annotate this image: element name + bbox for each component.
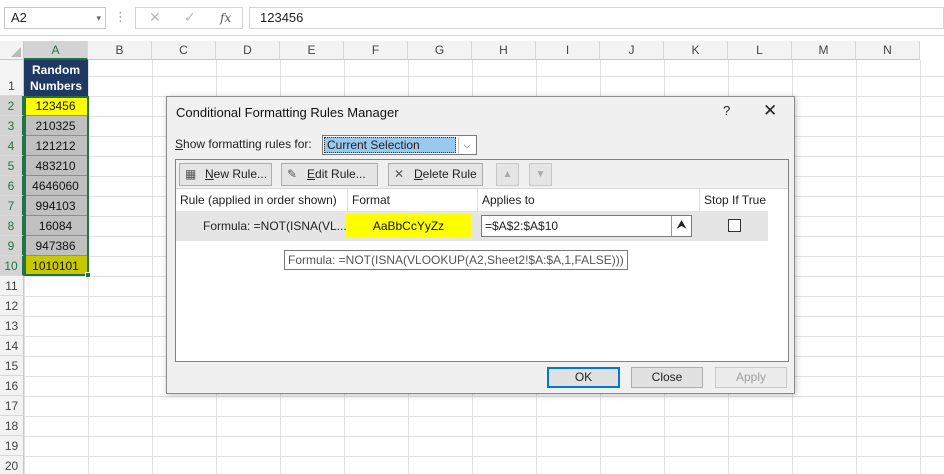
applies-to-column-header: Applies to <box>478 189 700 211</box>
row-header-5[interactable]: 5 <box>0 156 24 176</box>
close-icon[interactable]: ✕ <box>763 101 777 121</box>
row-header-7[interactable]: 7 <box>0 196 24 216</box>
header-line-2: Numbers <box>29 79 82 93</box>
data-cell[interactable]: 483210 <box>24 156 88 176</box>
column-headers: ABCDEFGHIJKLMN <box>0 41 944 60</box>
column-header-k[interactable]: K <box>664 41 728 60</box>
data-cell[interactable]: 210325 <box>24 116 88 136</box>
chevron-down-icon[interactable]: ⌵ <box>458 137 475 153</box>
stop-if-true-column-header: Stop If True <box>704 193 767 207</box>
column-header-i[interactable]: I <box>536 41 600 60</box>
help-icon[interactable]: ? <box>723 103 730 118</box>
rule-formula: Formula: =NOT(ISNA(VL... <box>203 219 347 233</box>
new-rule-label: ew Rule... <box>213 167 268 181</box>
delete-rule-label: elete Rule <box>422 167 477 181</box>
formula-tooltip: Formula: =NOT(ISNA(VLOOKUP(A2,Sheet2!$A:… <box>284 250 628 270</box>
row-header-4[interactable]: 4 <box>0 136 24 156</box>
row-header-9[interactable]: 9 <box>0 236 24 256</box>
column-header-a[interactable]: A <box>24 41 88 60</box>
row-header-3[interactable]: 3 <box>0 116 24 136</box>
chevron-down-icon[interactable]: ▾ <box>96 8 101 28</box>
data-cell[interactable]: 1010101 <box>24 256 88 276</box>
rules-column-headers: Rule (applied in order shown) Format App… <box>176 189 788 211</box>
row-header-20[interactable]: 20 <box>0 456 24 474</box>
name-box-value: A2 <box>11 10 27 25</box>
apply-button[interactable]: Apply <box>715 367 787 388</box>
column-header-h[interactable]: H <box>472 41 536 60</box>
row-header-2[interactable]: 2 <box>0 96 24 116</box>
row-header-17[interactable]: 17 <box>0 396 24 416</box>
data-cell[interactable]: 16084 <box>24 216 88 236</box>
format-column-header: Format <box>348 189 478 211</box>
row-header-11[interactable]: 11 <box>0 276 24 296</box>
insert-function-icon[interactable]: fx <box>220 11 231 25</box>
row-header-6[interactable]: 6 <box>0 176 24 196</box>
drag-handle-icon[interactable]: ⋮ <box>114 9 127 25</box>
new-rule-button[interactable]: ▦ New Rule... <box>179 163 272 186</box>
row-header-19[interactable]: 19 <box>0 436 24 456</box>
row-header-16[interactable]: 16 <box>0 376 24 396</box>
data-cell[interactable]: 947386 <box>24 236 88 256</box>
collapse-dialog-icon[interactable]: ⮝ <box>671 216 691 236</box>
dialog-title: Conditional Formatting Rules Manager <box>176 105 399 120</box>
data-cell[interactable]: 4646060 <box>24 176 88 196</box>
cancel-icon[interactable]: ✕ <box>149 9 161 26</box>
column-header-m[interactable]: M <box>792 41 856 60</box>
edit-rule-label: dit Rule... <box>315 167 366 181</box>
format-preview: AaBbCcYyZz <box>346 214 471 238</box>
column-header-c[interactable]: C <box>152 41 216 60</box>
name-box[interactable]: A2 ▾ <box>4 7 106 29</box>
header-cell[interactable]: Random Numbers <box>24 60 88 96</box>
column-header-j[interactable]: J <box>600 41 664 60</box>
rules-toolbar: ▦ New Rule... ✎ Edit Rule... ✕ Delete Rule … <box>176 160 788 189</box>
row-header-10[interactable]: 10 <box>0 256 24 276</box>
formula-bar: A2 ▾ ⋮ ✕ ✓ fx 123456 <box>0 0 944 36</box>
row-header-8[interactable]: 8 <box>0 216 24 236</box>
edit-rule-icon: ✎ <box>287 167 298 181</box>
row-header-15[interactable]: 15 <box>0 356 24 376</box>
show-rules-value: Current Selection <box>324 137 456 153</box>
row-header-18[interactable]: 18 <box>0 416 24 436</box>
rules-manager-dialog: Conditional Formatting Rules Manager ? ✕… <box>166 96 795 394</box>
data-cell[interactable]: 121212 <box>24 136 88 156</box>
row-header-13[interactable]: 13 <box>0 316 24 336</box>
delete-icon: ✕ <box>394 167 405 181</box>
row-header-14[interactable]: 14 <box>0 336 24 356</box>
row-header-1[interactable]: 1 <box>0 60 24 96</box>
rules-panel: ▦ New Rule... ✎ Edit Rule... ✕ Delete Rule … <box>175 159 789 362</box>
column-header-n[interactable]: N <box>856 41 920 60</box>
edit-rule-mnemonic: E <box>307 167 316 181</box>
show-rules-select[interactable]: Current Selection ⌵ <box>322 135 477 155</box>
column-header-b[interactable]: B <box>88 41 152 60</box>
column-header-l[interactable]: L <box>728 41 792 60</box>
rule-row[interactable]: Formula: =NOT(ISNA(VL... AaBbCcYyZz =$A$… <box>176 211 768 241</box>
move-down-button[interactable]: ▼ <box>529 163 552 186</box>
delete-rule-button[interactable]: ✕ Delete Rule <box>388 163 483 186</box>
enter-icon[interactable]: ✓ <box>184 9 196 26</box>
delete-rule-mnemonic: D <box>414 167 423 181</box>
applies-to-value: =$A$2:$A$10 <box>485 219 559 233</box>
column-header-d[interactable]: D <box>216 41 280 60</box>
header-line-1: Random <box>32 63 80 77</box>
new-rule-mnemonic: N <box>205 167 214 181</box>
applies-to-input[interactable]: =$A$2:$A$10 ⮝ <box>481 215 692 237</box>
edit-rule-button[interactable]: ✎ Edit Rule... <box>281 163 378 186</box>
formula-input[interactable]: 123456 <box>249 7 944 29</box>
column-header-f[interactable]: F <box>344 41 408 60</box>
close-button[interactable]: Close <box>631 367 703 388</box>
show-rules-label-text: how formatting rules for: <box>183 137 312 151</box>
column-header-g[interactable]: G <box>408 41 472 60</box>
rule-column-header: Rule (applied in order shown) <box>176 189 348 211</box>
column-header-e[interactable]: E <box>280 41 344 60</box>
new-rule-icon: ▦ <box>185 167 197 181</box>
data-cell[interactable]: 994103 <box>24 196 88 216</box>
show-rules-label: Show formatting rules for: <box>175 137 312 151</box>
row-header-12[interactable]: 12 <box>0 296 24 316</box>
move-up-button[interactable]: ▲ <box>496 163 519 186</box>
formula-buttons: ✕ ✓ fx <box>135 7 243 29</box>
data-cell[interactable]: 123456 <box>24 96 88 116</box>
stop-if-true-checkbox[interactable] <box>728 219 741 232</box>
fill-handle[interactable] <box>85 272 91 278</box>
ok-button[interactable]: OK <box>547 367 620 388</box>
